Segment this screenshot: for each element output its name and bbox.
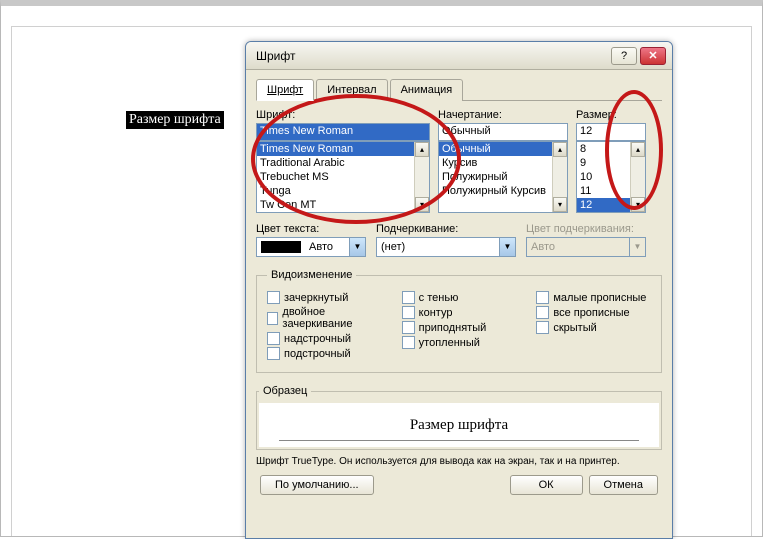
checkbox-row[interactable]: приподнятый bbox=[402, 321, 517, 334]
tab-font[interactable]: Шрифт bbox=[256, 79, 314, 101]
list-item[interactable]: Tw Cen MT bbox=[257, 198, 429, 212]
checkbox-icon bbox=[267, 312, 278, 325]
font-listbox[interactable]: Times New Roman Traditional Arabic Trebu… bbox=[256, 141, 430, 213]
checkbox-row[interactable]: утопленный bbox=[402, 336, 517, 349]
effects-legend: Видоизменение bbox=[267, 269, 356, 281]
close-button[interactable]: ✕ bbox=[640, 47, 666, 65]
document-selected-text: Размер шрифта bbox=[126, 111, 224, 129]
checkbox-icon bbox=[267, 347, 280, 360]
scroll-down-icon[interactable]: ▾ bbox=[553, 197, 567, 212]
scroll-up-icon[interactable]: ▴ bbox=[553, 142, 567, 157]
preview-legend: Образец bbox=[259, 385, 311, 397]
checkbox-icon bbox=[402, 306, 415, 319]
help-button[interactable]: ? bbox=[611, 47, 637, 65]
size-listbox[interactable]: 8 9 10 11 12 ▴ ▾ bbox=[576, 141, 646, 213]
checkbox-icon bbox=[267, 291, 280, 304]
size-input[interactable]: 12 bbox=[576, 123, 646, 141]
checkbox-icon bbox=[536, 291, 549, 304]
cancel-button[interactable]: Отмена bbox=[589, 475, 658, 495]
tab-animation[interactable]: Анимация bbox=[390, 79, 464, 101]
underline-color-combo: Авто ▼ bbox=[526, 237, 646, 257]
checkbox-icon bbox=[536, 321, 549, 334]
checkbox-icon bbox=[267, 332, 280, 345]
checkbox-row[interactable]: зачеркнутый bbox=[267, 291, 382, 304]
underline-combo[interactable]: (нет) ▼ bbox=[376, 237, 516, 257]
checkbox-row[interactable]: малые прописные bbox=[536, 291, 651, 304]
checkbox-icon bbox=[402, 336, 415, 349]
tab-spacing[interactable]: Интервал bbox=[316, 79, 387, 101]
checkbox-icon bbox=[402, 291, 415, 304]
dialog-title: Шрифт bbox=[256, 49, 295, 63]
font-dialog: Шрифт ? ✕ Шрифт Интервал Анимация Шрифт:… bbox=[245, 41, 673, 539]
font-input[interactable]: Times New Roman bbox=[256, 123, 430, 141]
list-item[interactable]: Traditional Arabic bbox=[257, 156, 429, 170]
ok-button[interactable]: ОК bbox=[510, 475, 583, 495]
scroll-up-icon[interactable]: ▴ bbox=[631, 142, 645, 157]
scroll-up-icon[interactable]: ▴ bbox=[415, 142, 429, 157]
checkbox-row[interactable]: двойное зачеркивание bbox=[267, 306, 382, 330]
checkbox-row[interactable]: все прописные bbox=[536, 306, 651, 319]
page: Размер шрифта Шрифт ? ✕ Шрифт Интервал А… bbox=[0, 0, 763, 537]
color-combo[interactable]: Авто ▼ bbox=[256, 237, 366, 257]
default-button[interactable]: По умолчанию... bbox=[260, 475, 374, 495]
style-label: Начертание: bbox=[438, 109, 568, 121]
font-label: Шрифт: bbox=[256, 109, 430, 121]
underline-label: Подчеркивание: bbox=[376, 223, 516, 235]
list-item[interactable]: Tunga bbox=[257, 184, 429, 198]
checkbox-row[interactable]: контур bbox=[402, 306, 517, 319]
checkbox-row[interactable]: подстрочный bbox=[267, 347, 382, 360]
scrollbar[interactable]: ▴ ▾ bbox=[414, 142, 429, 212]
font-hint: Шрифт TrueType. Он используется для выво… bbox=[256, 456, 662, 467]
chevron-down-icon[interactable]: ▼ bbox=[499, 238, 515, 256]
size-label: Размер: bbox=[576, 109, 646, 121]
scroll-down-icon[interactable]: ▾ bbox=[631, 197, 645, 212]
color-swatch-icon bbox=[261, 241, 301, 253]
scroll-down-icon[interactable]: ▾ bbox=[415, 197, 429, 212]
list-item[interactable]: Полужирный Курсив bbox=[439, 184, 567, 198]
list-item[interactable]: Times New Roman bbox=[257, 142, 429, 156]
chevron-down-icon: ▼ bbox=[629, 238, 645, 256]
list-item[interactable]: Обычный bbox=[439, 142, 567, 156]
list-item[interactable]: Полужирный bbox=[439, 170, 567, 184]
checkbox-row[interactable]: с тенью bbox=[402, 291, 517, 304]
list-item[interactable]: Курсив bbox=[439, 156, 567, 170]
preview-text: Размер шрифта bbox=[410, 417, 508, 434]
chevron-down-icon[interactable]: ▼ bbox=[349, 238, 365, 256]
scrollbar[interactable]: ▴ ▾ bbox=[552, 142, 567, 212]
style-input[interactable]: Обычный bbox=[438, 123, 568, 141]
preview-group: Образец Размер шрифта bbox=[256, 385, 662, 450]
checkbox-icon bbox=[536, 306, 549, 319]
list-item[interactable]: Trebuchet MS bbox=[257, 170, 429, 184]
checkbox-icon bbox=[402, 321, 415, 334]
underline-color-label: Цвет подчеркивания: bbox=[526, 223, 646, 235]
effects-group: Видоизменение зачеркнутый двойное зачерк… bbox=[256, 269, 662, 373]
checkbox-row[interactable]: надстрочный bbox=[267, 332, 382, 345]
scrollbar[interactable]: ▴ ▾ bbox=[630, 142, 645, 212]
style-listbox[interactable]: Обычный Курсив Полужирный Полужирный Кур… bbox=[438, 141, 568, 213]
checkbox-row[interactable]: скрытый bbox=[536, 321, 651, 334]
tabstrip: Шрифт Интервал Анимация bbox=[256, 78, 662, 101]
titlebar[interactable]: Шрифт ? ✕ bbox=[246, 42, 672, 70]
preview-box: Размер шрифта bbox=[259, 403, 659, 447]
color-label: Цвет текста: bbox=[256, 223, 366, 235]
